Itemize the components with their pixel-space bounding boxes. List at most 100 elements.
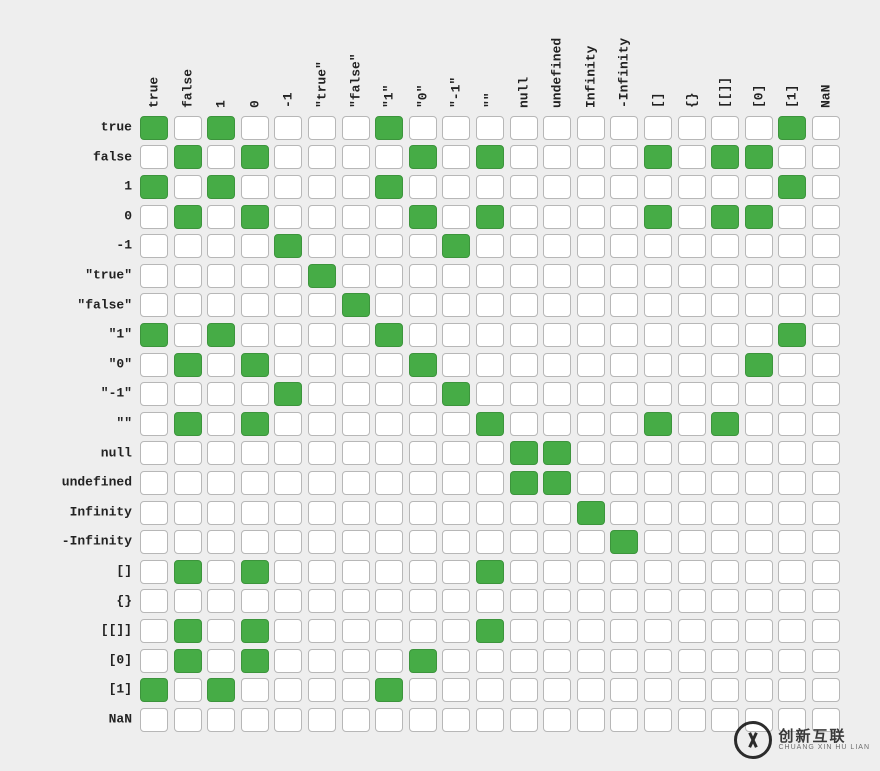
cell-false: [577, 205, 605, 229]
row-header-label: -Infinity: [62, 534, 132, 549]
cell-false: [342, 560, 370, 584]
cell-true: [745, 145, 773, 169]
cell-false: [207, 501, 235, 525]
cell-false: [207, 441, 235, 465]
cell-true: [274, 234, 302, 258]
cell-false: [510, 323, 538, 347]
cell-false: [745, 471, 773, 495]
cell-false: [476, 530, 504, 554]
cell-false: [409, 293, 437, 317]
cell-false: [678, 678, 706, 702]
cell-true: [375, 175, 403, 199]
cell-false: [577, 353, 605, 377]
column-header-label: 1: [214, 100, 229, 108]
cell-false: [812, 530, 840, 554]
cell-false: [342, 145, 370, 169]
cell-false: [207, 619, 235, 643]
column-header-label: undefined: [550, 38, 565, 108]
cell-false: [140, 441, 168, 465]
cell-false: [409, 708, 437, 732]
cell-false: [274, 116, 302, 140]
cell-false: [711, 353, 739, 377]
cell-true: [241, 649, 269, 673]
table-row: false: [0, 143, 880, 171]
cell-false: [274, 589, 302, 613]
cell-false: [140, 708, 168, 732]
cell-false: [409, 678, 437, 702]
cell-false: [308, 116, 336, 140]
cell-true: [644, 412, 672, 436]
cell-true: [140, 175, 168, 199]
cell-false: [476, 501, 504, 525]
cell-false: [442, 353, 470, 377]
cell-false: [442, 619, 470, 643]
row-header: null: [10, 439, 132, 467]
cell-false: [476, 471, 504, 495]
cell-true: [711, 205, 739, 229]
logo-text: 创新互联 CHUANG XIN HU LIAN: [778, 729, 870, 751]
row-header: "true": [10, 261, 132, 289]
cell-false: [140, 501, 168, 525]
cell-false: [375, 412, 403, 436]
cell-true: [644, 205, 672, 229]
cell-true: [778, 116, 806, 140]
row-header-label: null: [101, 445, 132, 460]
row-header: -Infinity: [10, 527, 132, 555]
cell-false: [644, 471, 672, 495]
cell-false: [543, 412, 571, 436]
row-header-label: false: [93, 149, 132, 164]
cell-false: [476, 175, 504, 199]
cell-false: [577, 441, 605, 465]
cell-false: [644, 264, 672, 288]
table-row: "": [0, 409, 880, 437]
cell-false: [308, 412, 336, 436]
cell-false: [711, 264, 739, 288]
cell-false: [678, 205, 706, 229]
cell-false: [711, 382, 739, 406]
cell-false: [543, 708, 571, 732]
cell-true: [476, 560, 504, 584]
cell-false: [745, 234, 773, 258]
cell-false: [140, 145, 168, 169]
cell-false: [778, 234, 806, 258]
table-row: -Infinity: [0, 527, 880, 555]
cell-false: [644, 234, 672, 258]
cell-false: [442, 175, 470, 199]
cell-false: [711, 560, 739, 584]
cell-false: [577, 412, 605, 436]
cell-false: [140, 205, 168, 229]
cell-true: [778, 175, 806, 199]
cell-false: [274, 708, 302, 732]
cell-false: [510, 293, 538, 317]
cell-false: [207, 589, 235, 613]
cell-false: [174, 501, 202, 525]
cell-true: [241, 353, 269, 377]
cell-false: [812, 441, 840, 465]
cell-false: [711, 323, 739, 347]
cell-false: [812, 205, 840, 229]
cell-false: [241, 530, 269, 554]
row-header: "false": [10, 291, 132, 319]
cell-false: [476, 264, 504, 288]
cell-false: [308, 382, 336, 406]
cell-false: [678, 471, 706, 495]
cell-false: [812, 264, 840, 288]
cell-true: [174, 205, 202, 229]
cell-false: [678, 175, 706, 199]
cell-false: [610, 441, 638, 465]
cell-true: [476, 205, 504, 229]
cell-false: [577, 234, 605, 258]
cell-false: [140, 353, 168, 377]
cell-false: [308, 619, 336, 643]
cell-true: [510, 471, 538, 495]
cell-false: [274, 501, 302, 525]
cell-false: [308, 678, 336, 702]
cell-false: [174, 293, 202, 317]
table-row: "-1": [0, 379, 880, 407]
cell-true: [375, 323, 403, 347]
cell-false: [543, 205, 571, 229]
column-header-label: -Infinity: [617, 38, 632, 108]
cell-false: [375, 382, 403, 406]
cell-false: [274, 530, 302, 554]
cell-false: [678, 560, 706, 584]
